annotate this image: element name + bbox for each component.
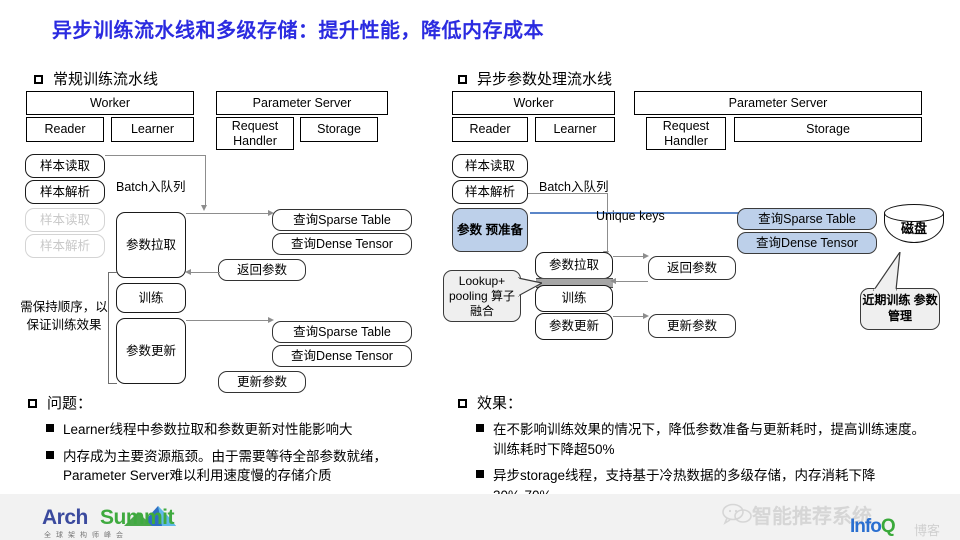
archsummit-logo: Arch Summit 全球架构师峰会 bbox=[38, 502, 188, 539]
recent-param-callout-label: 近期训练 参数管理 bbox=[862, 293, 938, 323]
left-update-return-box: 更新参数 bbox=[218, 371, 306, 393]
square-bullet-icon bbox=[34, 74, 43, 84]
square-bullet-icon bbox=[476, 424, 484, 432]
left-queue-line-h bbox=[105, 155, 205, 156]
right-queue-line-v bbox=[607, 193, 608, 253]
left-bullet-item-1: 内存成为主要资源瓶颈。由于需要等待全部参数就绪，Parameter Server… bbox=[46, 447, 448, 486]
left-reader-box: Reader bbox=[26, 117, 104, 142]
right-param-prepare-label: 参数 预准备 bbox=[457, 222, 523, 237]
left-bullet-heading: 问题： bbox=[28, 392, 448, 413]
infoq-logo: InfoQ bbox=[850, 516, 896, 538]
right-section-heading: 异步参数处理流水线 bbox=[458, 68, 612, 89]
left-stage-chip-1: 样本解析 bbox=[25, 180, 105, 204]
right-reader-box: Reader bbox=[452, 117, 528, 142]
left-request-handler-box: Request Handler bbox=[216, 117, 294, 150]
square-bullet-icon bbox=[46, 424, 54, 432]
right-return-arrow bbox=[610, 278, 616, 284]
left-queue-label: Batch入队列 bbox=[116, 180, 186, 194]
left-parameter-server-box: Parameter Server bbox=[216, 91, 388, 115]
infoq-q-text: Q bbox=[880, 516, 896, 537]
right-request-handler-box: Request Handler bbox=[646, 117, 726, 150]
infoq-info-text: Info bbox=[850, 516, 882, 537]
square-bullet-icon bbox=[458, 398, 467, 408]
recent-param-callout-tail-icon bbox=[872, 252, 901, 292]
infoq-blog-suffix: 博客 bbox=[914, 523, 941, 538]
page-title: 异步训练流水线和多级存储：提升性能，降低内存成本 bbox=[52, 20, 544, 42]
left-worker-box: Worker bbox=[26, 91, 194, 115]
right-return-line bbox=[613, 281, 648, 282]
left-order-note: 需保持顺序，以保证训练效果 bbox=[20, 300, 108, 333]
left-stage-chip-0: 样本读取 bbox=[25, 154, 105, 178]
right-ps-query-1: 查询Dense Tensor bbox=[737, 232, 877, 254]
right-update-line bbox=[613, 316, 646, 317]
left-order-bracket bbox=[108, 272, 117, 384]
unique-keys-label: Unique keys bbox=[596, 209, 665, 223]
left-update-line-h bbox=[186, 320, 271, 321]
right-pull-arrow bbox=[643, 253, 649, 259]
square-bullet-icon bbox=[46, 450, 54, 459]
left-learner-box: Learner bbox=[111, 117, 194, 142]
fusion-callout-box: Lookup+ pooling 算子融合 bbox=[443, 270, 521, 322]
right-learner-box: Learner bbox=[535, 117, 615, 142]
left-bullet-block: 问题： Learner线程中参数拉取和参数更新对性能影响大 内存成为主要资源瓶颈… bbox=[28, 392, 448, 486]
left-param-pull-box: 参数拉取 bbox=[116, 212, 186, 278]
right-stage-chip-0: 样本读取 bbox=[452, 154, 528, 178]
right-pull-line bbox=[613, 256, 646, 257]
left-param-update-box: 参数更新 bbox=[116, 318, 186, 384]
left-stage-chip-3: 样本解析 bbox=[25, 234, 105, 258]
fusion-callout-tail-icon bbox=[518, 277, 542, 297]
left-pull-target-0: 查询Sparse Table bbox=[272, 209, 412, 231]
left-pull-return-arrow bbox=[185, 269, 191, 275]
left-pull-line-h bbox=[186, 213, 271, 214]
left-stage-chip-2: 样本读取 bbox=[25, 208, 105, 232]
right-param-pull-box: 参数拉取 bbox=[535, 252, 613, 279]
left-section-heading: 常规训练流水线 bbox=[34, 68, 158, 89]
right-worker-box: Worker bbox=[452, 91, 615, 115]
left-queue-line-v bbox=[205, 155, 206, 207]
slide-root: 异步训练流水线和多级存储：提升性能，降低内存成本 常规训练流水线 Worker … bbox=[0, 0, 960, 540]
right-storage-box: Storage bbox=[734, 117, 922, 142]
wechat-icon bbox=[722, 503, 752, 525]
right-stage-chip-1: 样本解析 bbox=[452, 180, 528, 204]
right-queue-line-h bbox=[528, 193, 608, 194]
right-bullet-block: 效果： 在不影响训练效果的情况下，降低参数准备与更新耗时，提高训练速度。训练耗时… bbox=[458, 392, 938, 505]
square-bullet-icon bbox=[28, 398, 37, 408]
fusion-callout-label: Lookup+ pooling 算子融合 bbox=[448, 273, 516, 318]
square-bullet-icon bbox=[476, 470, 484, 479]
right-param-update-box: 参数更新 bbox=[535, 313, 613, 340]
right-ps-query-0: 查询Sparse Table bbox=[737, 208, 877, 230]
disk-label: 磁盘 bbox=[900, 221, 927, 236]
archsummit-sub-text: 全球架构师峰会 bbox=[44, 532, 128, 539]
left-bullet-item-0: Learner线程中参数拉取和参数更新对性能影响大 bbox=[46, 420, 448, 440]
left-update-target-1: 查询Dense Tensor bbox=[272, 345, 412, 367]
left-pull-target-1: 查询Dense Tensor bbox=[272, 233, 412, 255]
recent-param-callout-box: 近期训练 参数管理 bbox=[860, 288, 940, 330]
right-bullet-heading: 效果： bbox=[458, 392, 938, 413]
left-param-update-label: 参数更新 bbox=[125, 343, 176, 358]
archsummit-summit-text: Summit bbox=[100, 506, 175, 529]
right-parameter-server-box: Parameter Server bbox=[634, 91, 922, 115]
left-pull-return-line bbox=[190, 272, 220, 273]
right-update-return-box: 更新参数 bbox=[648, 314, 736, 338]
right-bullet-item-0: 在不影响训练效果的情况下，降低参数准备与更新耗时，提高训练速度。训练耗时下降超5… bbox=[476, 420, 938, 459]
left-train-box: 训练 bbox=[116, 283, 186, 313]
square-bullet-icon bbox=[458, 74, 467, 84]
archsummit-arch-text: Arch bbox=[42, 506, 88, 529]
left-storage-box: Storage bbox=[300, 117, 378, 142]
left-pull-return-box: 返回参数 bbox=[218, 259, 306, 281]
left-queue-arrow bbox=[201, 205, 207, 211]
right-pull-return-box: 返回参数 bbox=[648, 256, 736, 280]
disk-cylinder-icon: 磁盘 bbox=[884, 204, 944, 249]
right-stage-chip-2: 参数 预准备 bbox=[452, 208, 528, 252]
left-update-target-0: 查询Sparse Table bbox=[272, 321, 412, 343]
left-param-pull-label: 参数拉取 bbox=[125, 237, 176, 252]
left-update-arrow bbox=[268, 317, 274, 323]
right-train-box: 训练 bbox=[535, 285, 613, 312]
